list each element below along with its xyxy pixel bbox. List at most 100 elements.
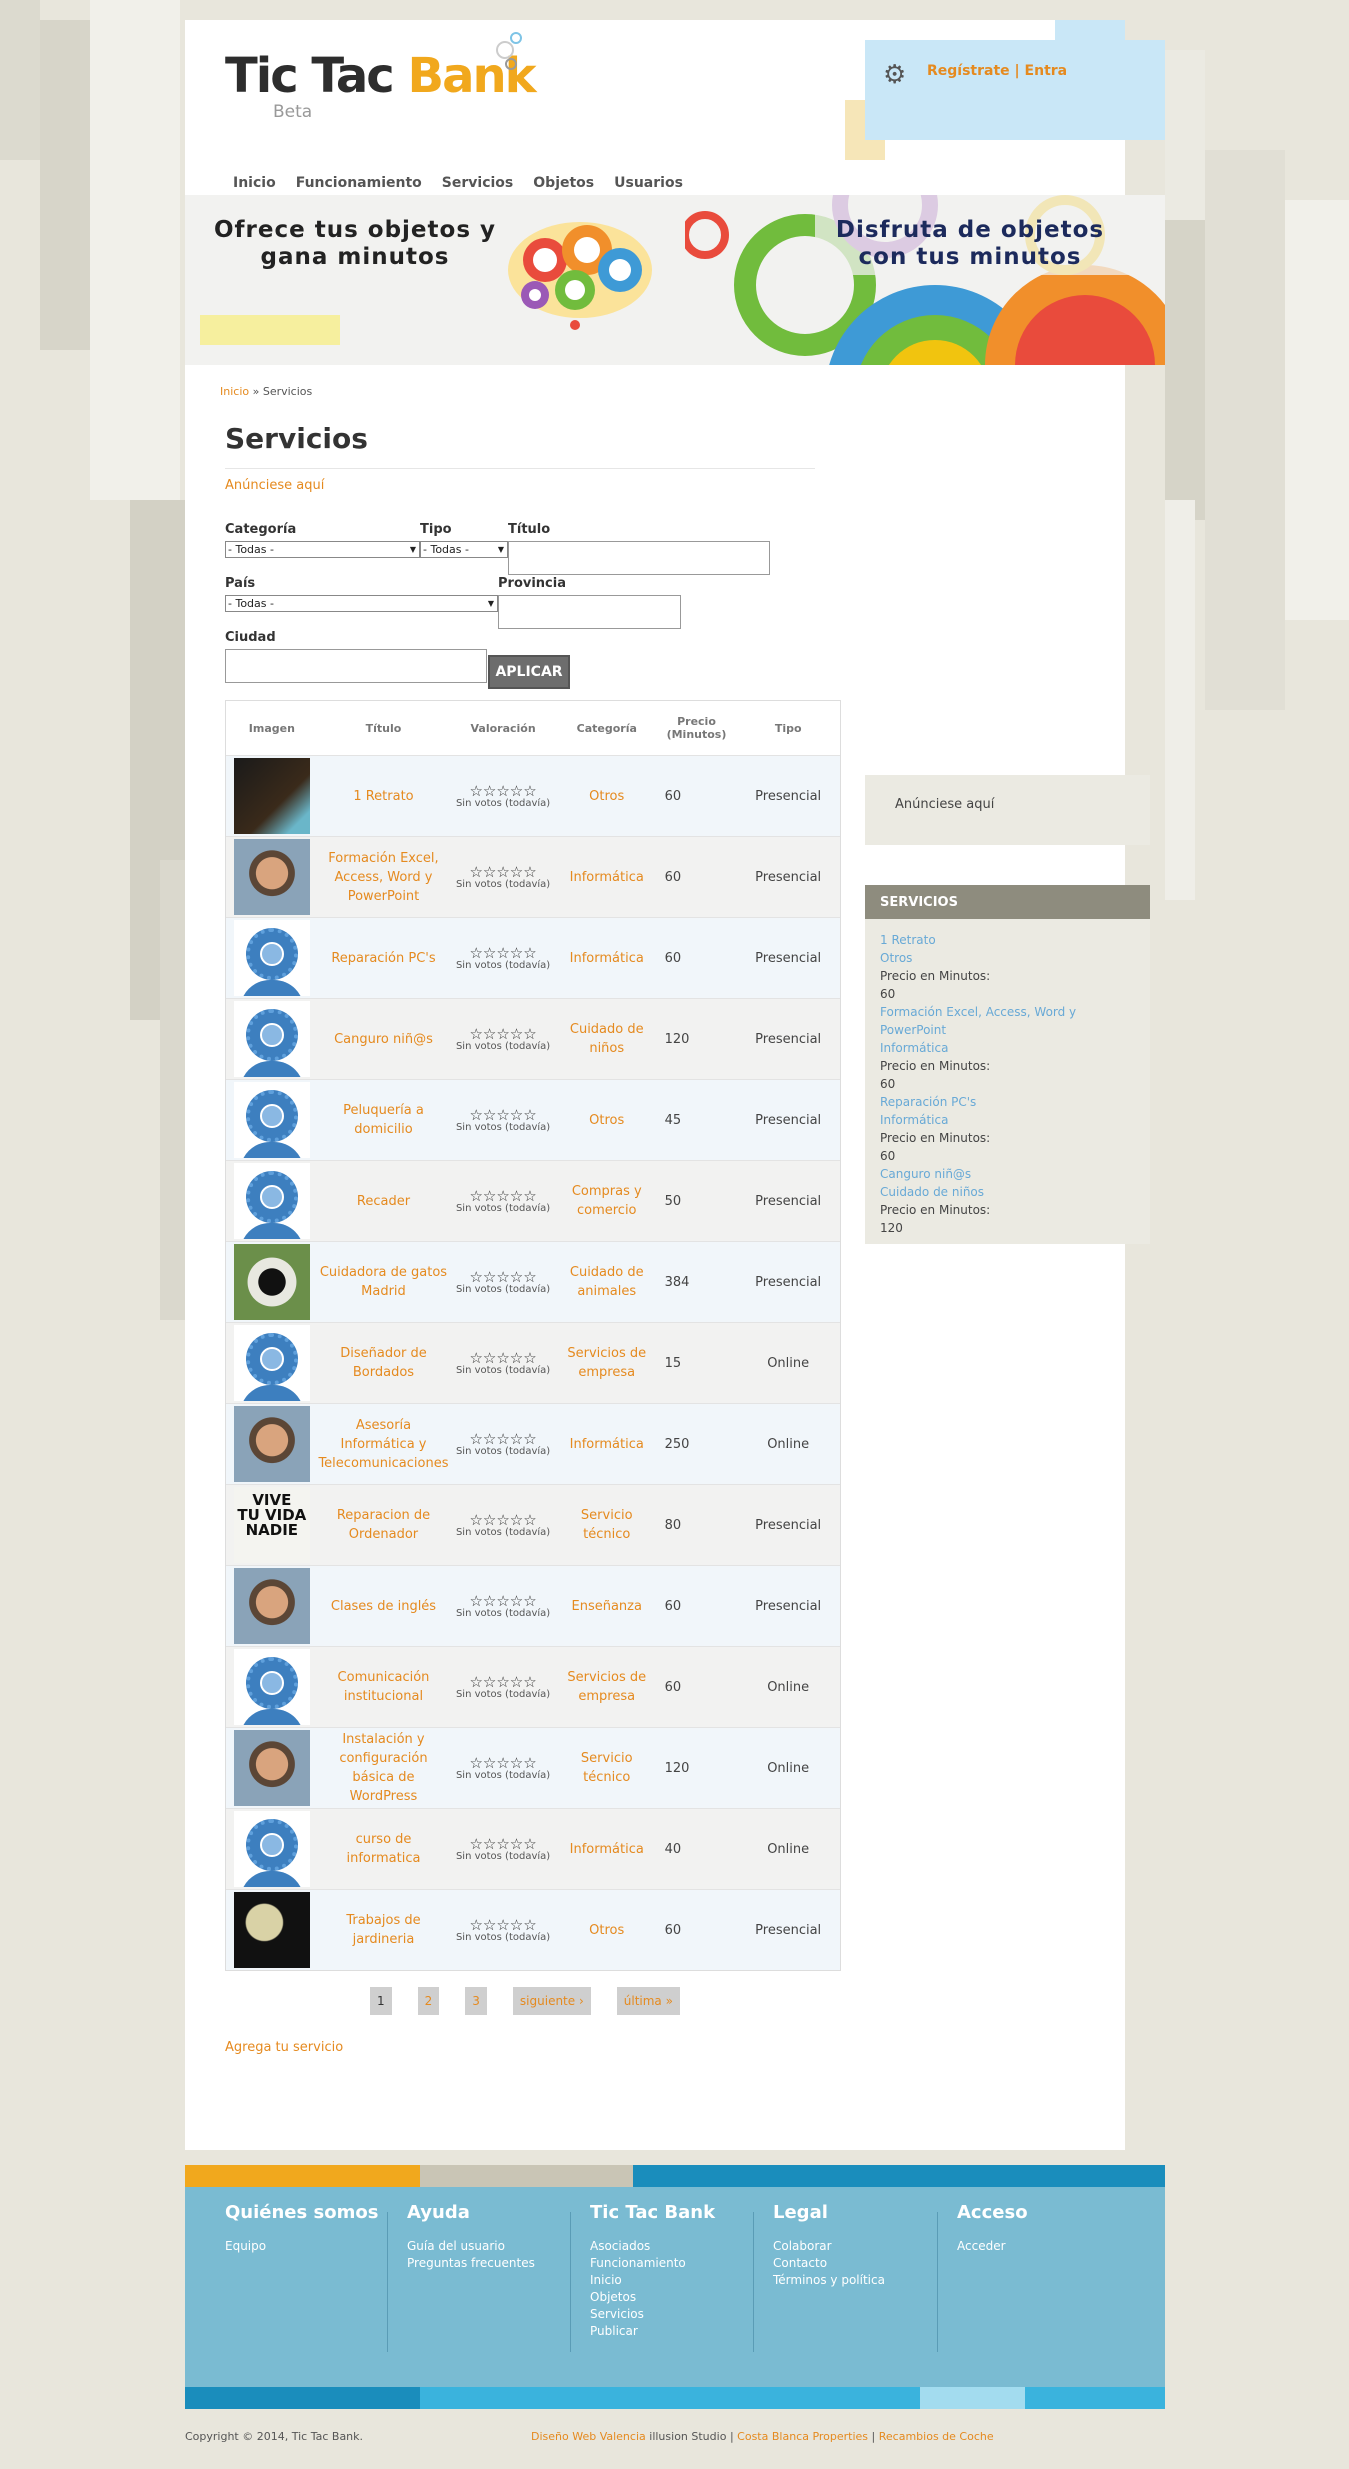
service-title-link[interactable]: Canguro niñ@s — [334, 1032, 433, 1047]
footer-link[interactable]: Acceder — [957, 2238, 1028, 2255]
th-type[interactable]: Tipo — [736, 722, 840, 735]
category-link[interactable]: Otros — [589, 1923, 624, 1938]
category-link[interactable]: Informática — [570, 870, 644, 885]
rating-stars[interactable]: ☆☆☆☆☆ — [449, 1350, 557, 1365]
category-link[interactable]: Otros — [589, 789, 624, 804]
rating-stars[interactable]: ☆☆☆☆☆ — [449, 1431, 557, 1446]
nav-item-objetos[interactable]: Objetos — [533, 175, 594, 191]
category-link[interactable]: Enseñanza — [572, 1599, 642, 1614]
sidebar-service-link[interactable]: Canguro niñ@s — [880, 1165, 1135, 1183]
page-1[interactable]: 1 — [370, 1987, 392, 2015]
service-title-link[interactable]: Comunicación institucional — [338, 1670, 430, 1704]
footer-link[interactable]: Guía del usuario — [407, 2238, 535, 2255]
default-avatar-icon[interactable] — [233, 1325, 310, 1401]
service-title-link[interactable]: curso de informatica — [347, 1832, 421, 1866]
category-link[interactable]: Compras y comercio — [572, 1184, 642, 1218]
sidebar-category-link[interactable]: Cuidado de niños — [880, 1183, 1135, 1201]
credit-link[interactable]: Diseño Web Valencia — [531, 2430, 646, 2443]
page-2[interactable]: 2 — [417, 1987, 440, 2015]
default-avatar-icon[interactable] — [233, 1163, 310, 1239]
credit-link[interactable]: Costa Blanca Properties — [737, 2430, 868, 2443]
category-link[interactable]: Servicio técnico — [581, 1508, 633, 1542]
nav-item-usuarios[interactable]: Usuarios — [614, 175, 683, 191]
category-link[interactable]: Servicios de empresa — [567, 1670, 646, 1704]
service-title-link[interactable]: Asesoría Informática y Telecomunicacione… — [318, 1418, 448, 1471]
th-price[interactable]: Precio (Minutos) — [657, 715, 737, 741]
footer-link[interactable]: Objetos — [590, 2289, 715, 2306]
sidebar-service-link[interactable]: 1 Retrato — [880, 931, 1135, 949]
sidebar-category-link[interactable]: Otros — [880, 949, 1135, 967]
rating-stars[interactable]: ☆☆☆☆☆ — [449, 1917, 557, 1932]
rating-stars[interactable]: ☆☆☆☆☆ — [449, 1674, 557, 1689]
rating-stars[interactable]: ☆☆☆☆☆ — [449, 1026, 557, 1041]
service-title-link[interactable]: Reparación PC's — [331, 951, 435, 966]
rating-stars[interactable]: ☆☆☆☆☆ — [449, 1755, 557, 1770]
footer-link[interactable]: Publicar — [590, 2323, 715, 2340]
city-input[interactable] — [225, 649, 487, 683]
ad-link[interactable]: Anúnciese aquí — [225, 478, 324, 493]
country-select[interactable]: - Todas - — [225, 595, 498, 612]
category-link[interactable]: Servicio técnico — [581, 1751, 633, 1785]
th-title[interactable]: Título — [318, 719, 450, 738]
service-image[interactable] — [233, 758, 310, 834]
apply-button[interactable]: APLICAR — [488, 655, 570, 689]
rating-stars[interactable]: ☆☆☆☆☆ — [449, 864, 557, 879]
rating-stars[interactable]: ☆☆☆☆☆ — [449, 783, 557, 798]
rating-stars[interactable]: ☆☆☆☆☆ — [449, 1107, 557, 1122]
service-image[interactable] — [233, 1568, 310, 1644]
footer-link[interactable]: Inicio — [590, 2272, 715, 2289]
footer-link[interactable]: Equipo — [225, 2238, 378, 2255]
rating-stars[interactable]: ☆☆☆☆☆ — [449, 1269, 557, 1284]
category-link[interactable]: Informática — [570, 1842, 644, 1857]
service-image[interactable] — [233, 1406, 310, 1482]
rating-stars[interactable]: ☆☆☆☆☆ — [449, 945, 557, 960]
title-input[interactable] — [508, 541, 770, 575]
footer-link[interactable]: Preguntas frecuentes — [407, 2255, 535, 2272]
footer-link[interactable]: Términos y política — [773, 2272, 885, 2289]
service-title-link[interactable]: Reparacion de Ordenador — [337, 1508, 430, 1542]
last-page-button[interactable]: última » — [616, 1987, 680, 2015]
service-image[interactable] — [233, 1730, 310, 1806]
th-image[interactable]: Imagen — [226, 722, 318, 735]
sidebar-service-link[interactable]: Formación Excel, Access, Word y PowerPoi… — [880, 1003, 1135, 1039]
province-input[interactable] — [498, 595, 681, 629]
service-title-link[interactable]: Cuidadora de gatos Madrid — [320, 1265, 447, 1299]
th-rating[interactable]: Valoración — [449, 722, 557, 735]
service-title-link[interactable]: Recader — [357, 1194, 410, 1209]
service-title-link[interactable]: Instalación y configuración básica de Wo… — [339, 1732, 427, 1804]
nav-item-servicios[interactable]: Servicios — [442, 175, 513, 191]
rating-stars[interactable]: ☆☆☆☆☆ — [449, 1593, 557, 1608]
category-link[interactable]: Servicios de empresa — [567, 1346, 646, 1380]
type-select[interactable]: - Todas - — [420, 541, 508, 558]
footer-link[interactable]: Servicios — [590, 2306, 715, 2323]
category-link[interactable]: Cuidado de animales — [570, 1265, 644, 1299]
default-avatar-icon[interactable] — [233, 1001, 310, 1077]
default-avatar-icon[interactable] — [233, 1811, 310, 1887]
service-image[interactable] — [233, 1892, 310, 1968]
default-avatar-icon[interactable] — [233, 1082, 310, 1158]
rating-stars[interactable]: ☆☆☆☆☆ — [449, 1512, 557, 1527]
nav-item-funcionamiento[interactable]: Funcionamiento — [296, 175, 422, 191]
add-service-link[interactable]: Agrega tu servicio — [225, 2040, 343, 2055]
breadcrumb-home[interactable]: Inicio — [220, 385, 249, 398]
category-link[interactable]: Cuidado de niños — [570, 1022, 644, 1056]
service-title-link[interactable]: Diseñador de Bordados — [340, 1346, 427, 1380]
page-3[interactable]: 3 — [465, 1987, 487, 2015]
sidebar-service-link[interactable]: Reparación PC's — [880, 1093, 1135, 1111]
footer-link[interactable]: Asociados — [590, 2238, 715, 2255]
rating-stars[interactable]: ☆☆☆☆☆ — [449, 1836, 557, 1851]
category-link[interactable]: Otros — [589, 1113, 624, 1128]
category-select[interactable]: - Todas - — [225, 541, 420, 558]
category-link[interactable]: Informática — [570, 951, 644, 966]
th-category[interactable]: Categoría — [557, 719, 657, 738]
service-title-link[interactable]: Formación Excel, Access, Word y PowerPoi… — [328, 851, 438, 904]
service-image[interactable]: VIVE TU VIDA NADIE — [233, 1487, 310, 1563]
footer-link[interactable]: Contacto — [773, 2255, 885, 2272]
sidebar-ad-link[interactable]: Anúnciese aquí — [895, 797, 994, 812]
service-title-link[interactable]: Trabajos de jardineria — [346, 1913, 420, 1947]
category-link[interactable]: Informática — [570, 1437, 644, 1452]
footer-link[interactable]: Funcionamiento — [590, 2255, 715, 2272]
default-avatar-icon[interactable] — [233, 1649, 310, 1725]
default-avatar-icon[interactable] — [233, 920, 310, 996]
next-page-button[interactable]: siguiente › — [512, 1987, 591, 2015]
